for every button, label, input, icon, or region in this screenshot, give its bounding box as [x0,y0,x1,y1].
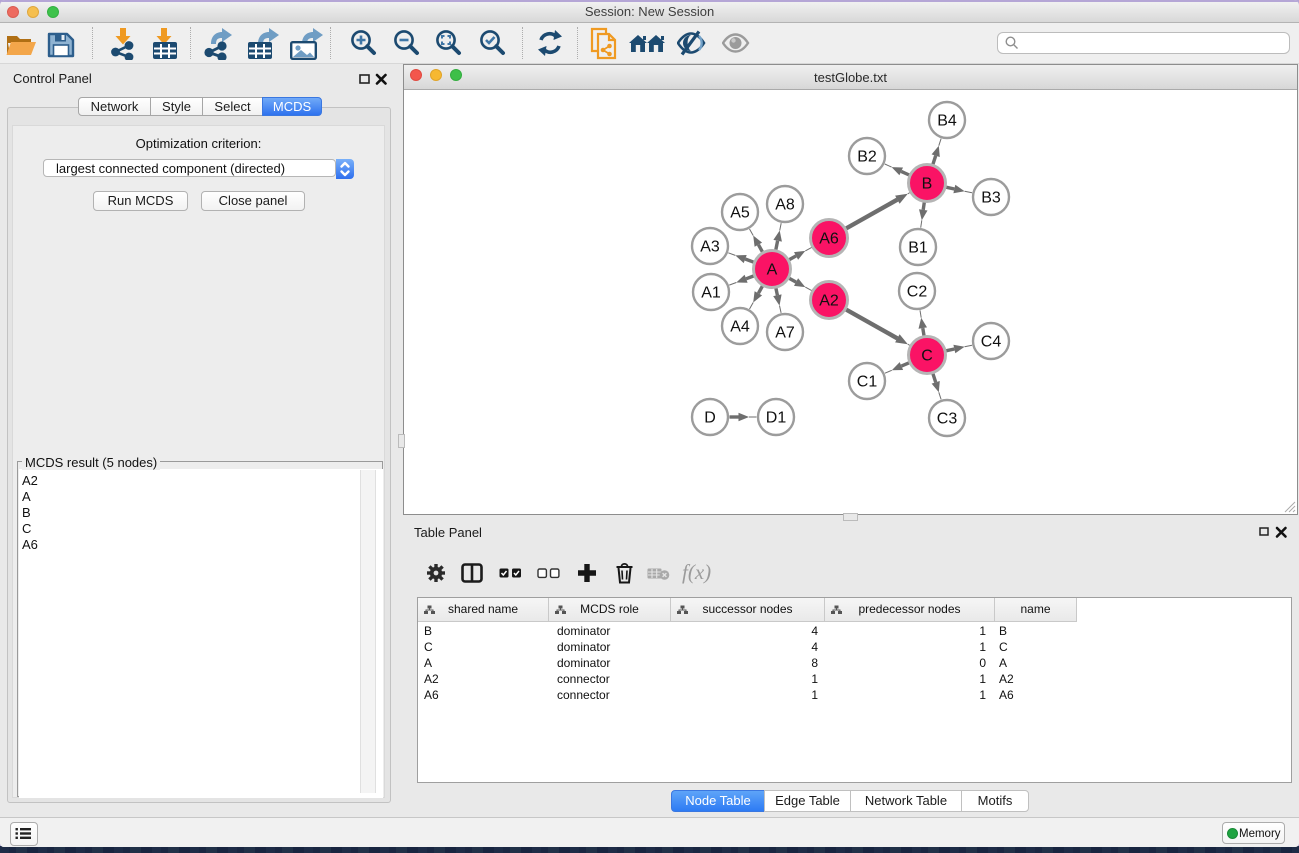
svg-text:A8: A8 [775,197,795,214]
svg-text:C1: C1 [857,374,878,391]
svg-text:B3: B3 [981,190,1001,207]
svg-text:A7: A7 [775,325,795,342]
svg-text:A4: A4 [730,319,750,336]
svg-text:A: A [767,262,778,279]
svg-text:A1: A1 [701,285,721,302]
svg-text:B1: B1 [908,240,928,257]
svg-text:C: C [921,348,933,365]
svg-text:A3: A3 [700,239,720,256]
svg-text:B4: B4 [937,113,957,130]
svg-text:A2: A2 [819,293,839,310]
svg-text:C4: C4 [981,334,1002,351]
svg-text:A6: A6 [819,231,839,248]
svg-text:D: D [704,410,716,427]
svg-text:C2: C2 [907,284,928,301]
svg-text:A5: A5 [730,205,750,222]
svg-text:C3: C3 [937,411,958,428]
svg-text:B2: B2 [857,149,877,166]
svg-text:B: B [922,176,933,193]
svg-text:D1: D1 [766,410,787,427]
